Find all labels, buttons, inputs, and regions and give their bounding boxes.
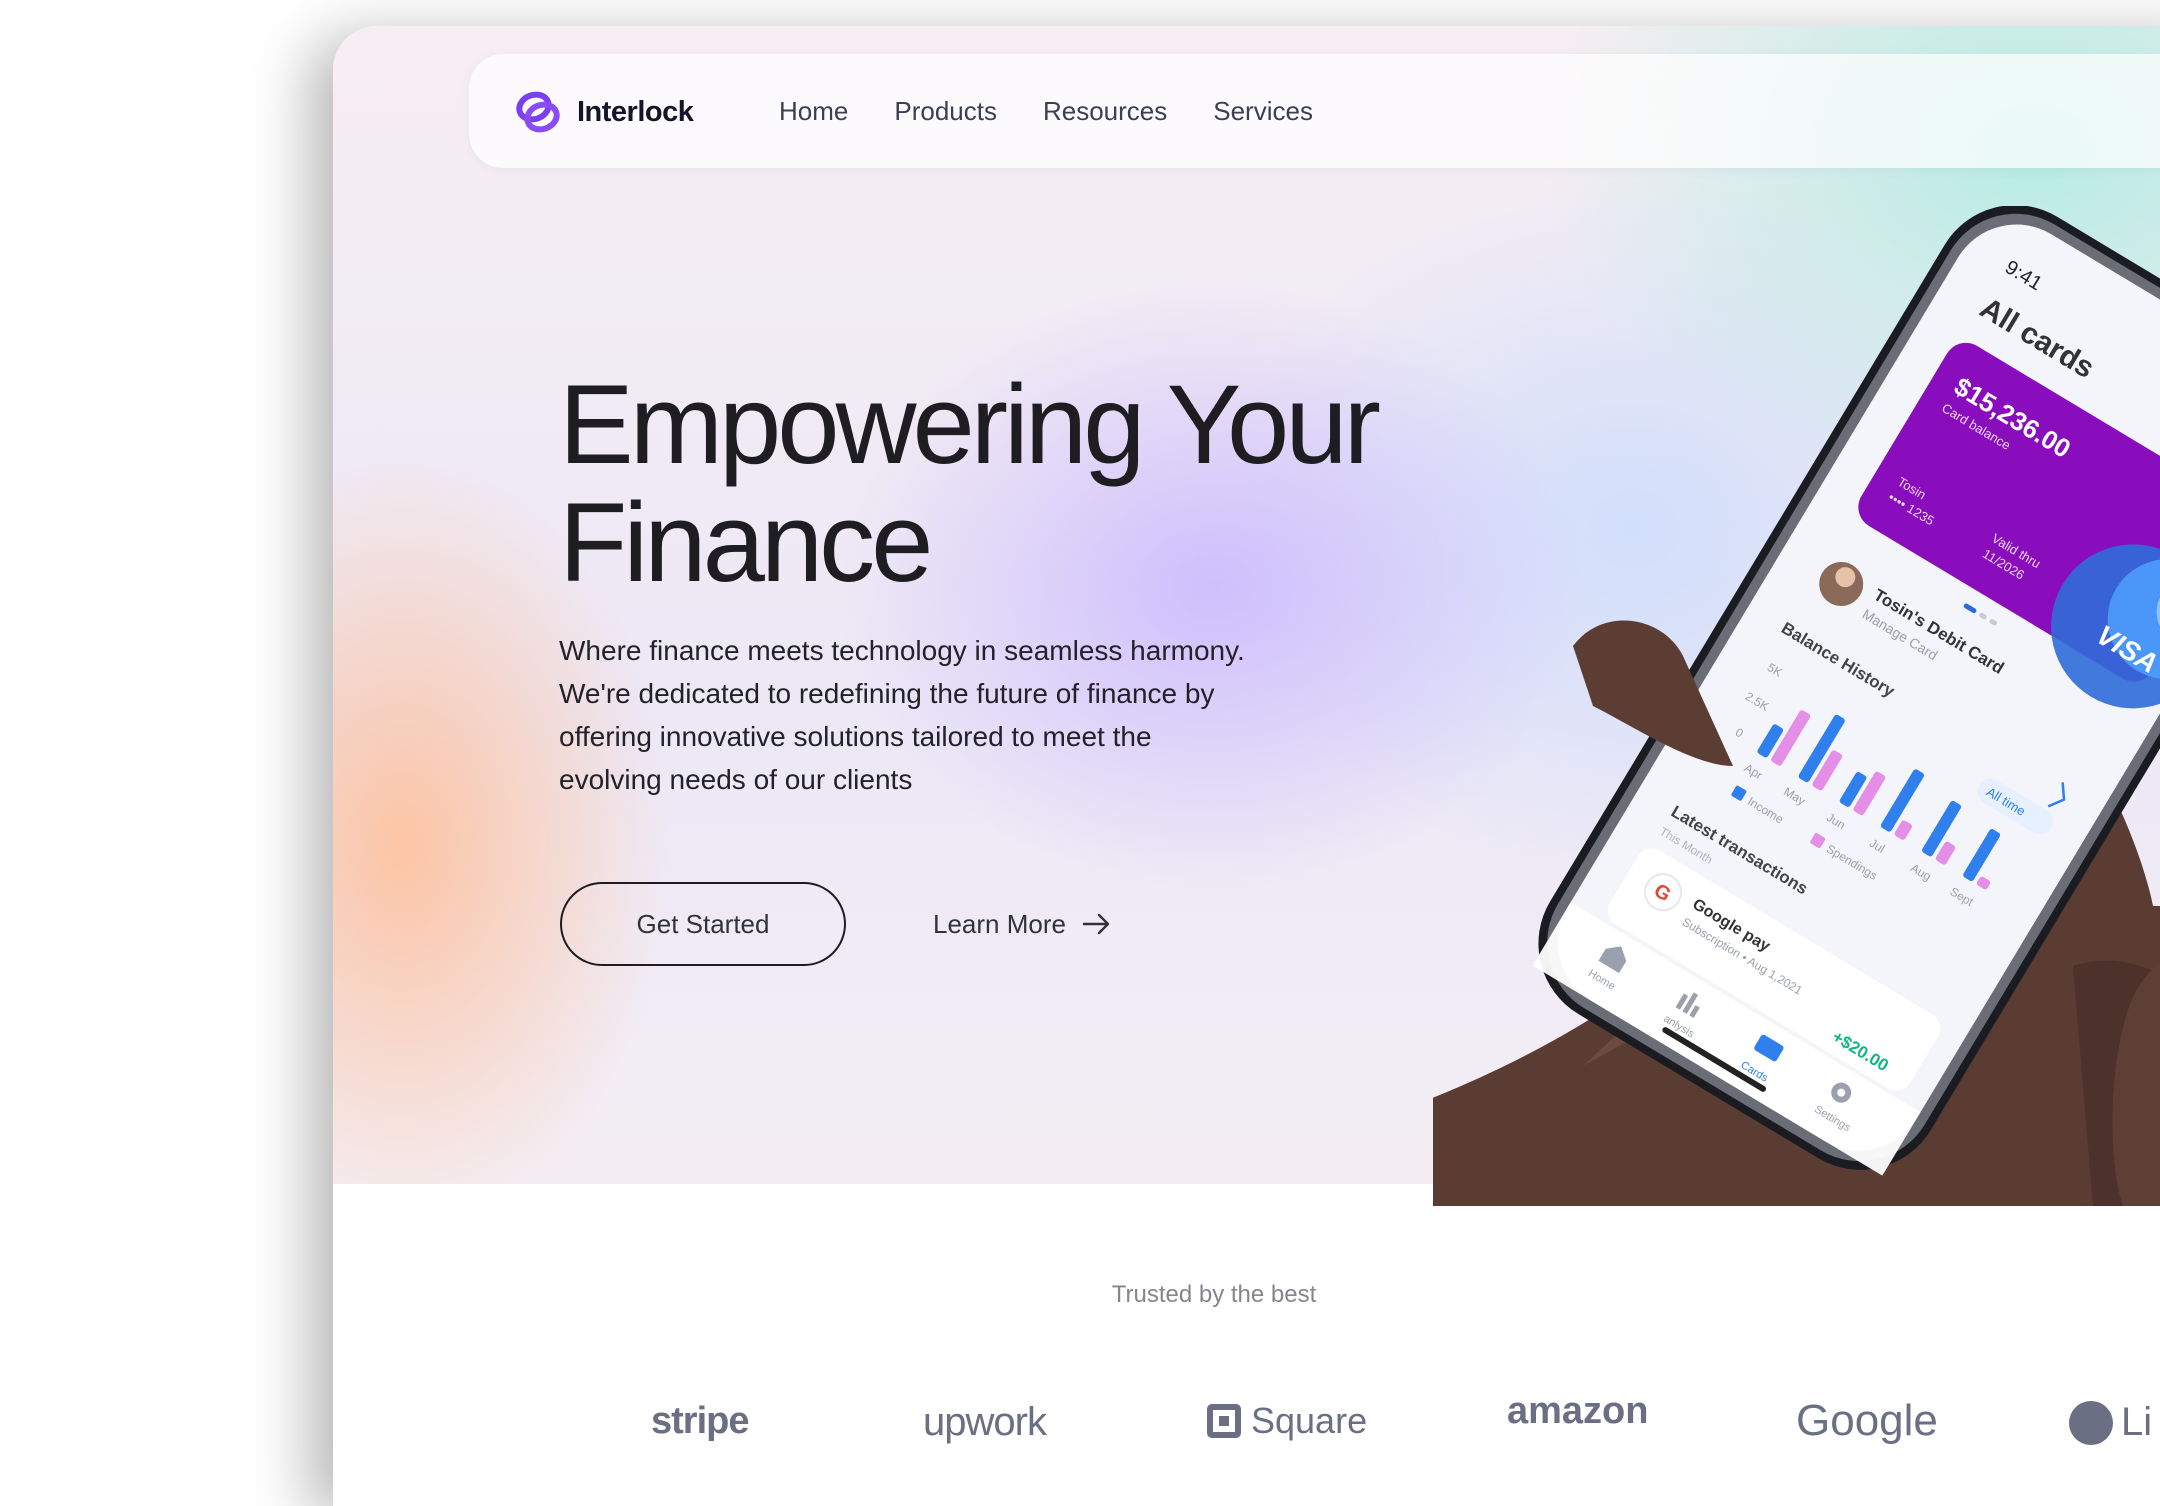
nav-link-home[interactable]: Home — [779, 96, 848, 127]
hero-section: Interlock Home Products Resources Servic… — [333, 26, 2160, 1206]
hero-subtext: Where finance meets technology in seamle… — [559, 629, 1319, 801]
upwork-logo: upwork — [923, 1400, 1047, 1444]
learn-more-link[interactable]: Learn More — [933, 898, 1112, 950]
nav-link-resources[interactable]: Resources — [1043, 96, 1167, 127]
nav-link-services[interactable]: Services — [1213, 96, 1313, 127]
interlock-logo-icon — [516, 91, 560, 133]
top-nav: Interlock Home Products Resources Servic… — [469, 54, 2160, 168]
headline-line-2: Finance — [559, 480, 933, 605]
linear-logo: Li — [2121, 1400, 2153, 1444]
nav-links: Home Products Resources Services — [779, 54, 1313, 168]
nav-link-products[interactable]: Products — [894, 96, 997, 127]
get-started-button[interactable]: Get Started — [560, 882, 846, 966]
square-logo-group: Square — [1207, 1400, 1367, 1442]
subtext-line-1: Where finance meets technology in seamle… — [559, 635, 1245, 666]
subtext-line-3: offering innovative solutions tailored t… — [559, 721, 1152, 752]
partner-logos: stripe upwork Square amazon Google Li — [333, 1390, 2160, 1460]
headline-line-1: Empowering Your — [559, 362, 1381, 487]
square-icon — [1207, 1404, 1241, 1438]
learn-more-label: Learn More — [933, 908, 1066, 939]
trusted-by-label: Trusted by the best — [1111, 1281, 1317, 1308]
subtext-line-4: evolving needs of our clients — [559, 764, 913, 795]
brand-name: Interlock — [577, 95, 694, 128]
stripe-logo: stripe — [651, 1400, 749, 1442]
google-logo: Google — [1796, 1396, 1938, 1445]
linear-icon — [2069, 1400, 2113, 1445]
phone-illustration: 9:41 All cards $15,236.00 Card balance T… — [1433, 206, 2160, 1206]
linear-logo-group: Li — [2069, 1400, 2152, 1445]
square-logo: Square — [1251, 1400, 1368, 1441]
arrow-right-icon — [1082, 913, 1110, 935]
brand-logo[interactable]: Interlock — [515, 90, 694, 134]
browser-frame: Interlock Home Products Resources Servic… — [333, 26, 2160, 1506]
subtext-line-2: We're dedicated to redefining the future… — [559, 678, 1215, 709]
hero-headline: Empowering Your Finance — [559, 366, 1509, 602]
